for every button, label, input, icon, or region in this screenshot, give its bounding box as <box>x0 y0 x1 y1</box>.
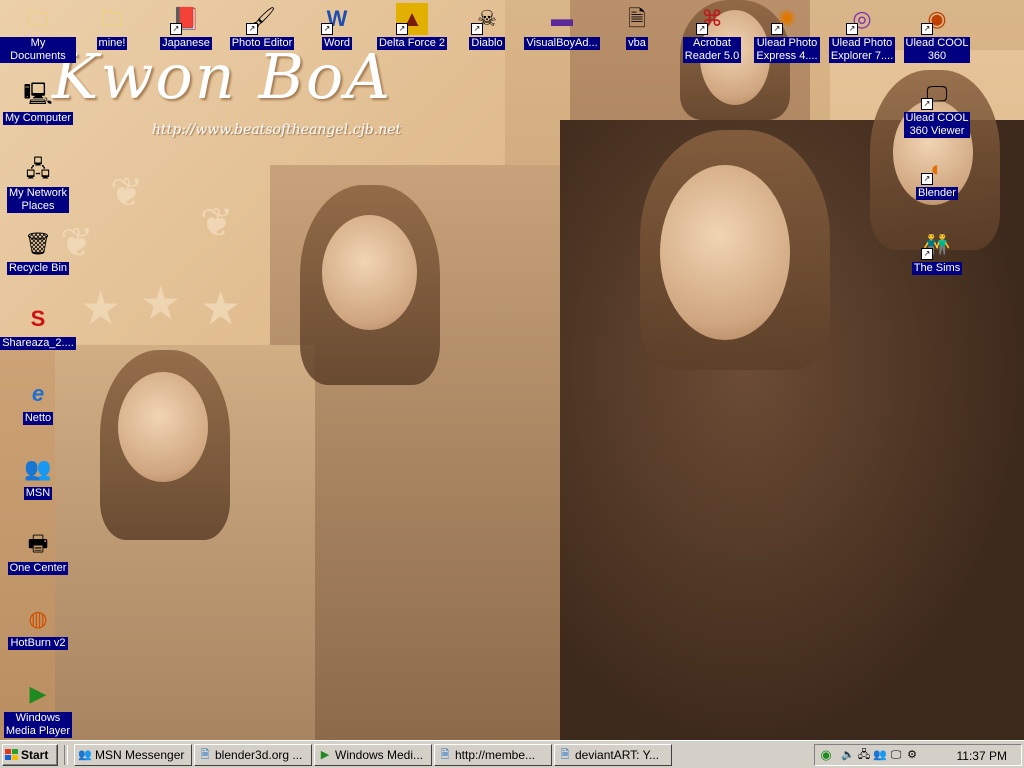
my-computer-icon[interactable]: 🖳 My Computer <box>0 78 76 125</box>
wallpaper-face <box>118 372 208 482</box>
msn-tray-icon[interactable]: 👥 <box>873 748 887 762</box>
wallpaper-face <box>660 165 790 340</box>
ulead-explorer-icon: ◎ ↗ <box>846 3 878 35</box>
ulead-photo-express-shortcut[interactable]: ✺ ↗ Ulead Photo Express 4.... <box>749 3 825 63</box>
windows-media-player-shortcut[interactable]: ▶ Windows Media Player <box>0 678 76 738</box>
one-center-shortcut[interactable]: 🖶 One Center <box>0 528 76 575</box>
viewer-icon: 🖵 ↗ <box>921 78 953 110</box>
shareaza-icon[interactable]: S Shareaza_2.... <box>0 303 76 350</box>
msn-messenger-icon: 👥 <box>24 456 52 481</box>
trash-icon: 🗑 <box>24 231 52 256</box>
wallpaper-star: ★ <box>140 277 182 329</box>
wallpaper-title: Kwon BoA <box>52 40 393 113</box>
ulead-cool-360-shortcut[interactable]: ◉ ↗ Ulead COOL 360 <box>899 3 975 63</box>
wallpaper-star: ★ <box>80 282 122 334</box>
task-windows-media[interactable]: ▶ Windows Medi... <box>314 744 432 766</box>
ulead-photo-explorer-shortcut[interactable]: ◎ ↗ Ulead Photo Explorer 7.... <box>824 3 900 63</box>
task-label: MSN Messenger <box>95 748 185 762</box>
taskbar: Start 👥 MSN Messenger 🗎 blender3d.org ..… <box>0 740 1024 768</box>
mine-folder-icon[interactable]: 🗀 mine! <box>74 3 150 50</box>
book-icon: 📕 ↗ <box>170 3 202 35</box>
system-tray: 🔈 🖧 👥 🖵 ⚙ 11:37 PM <box>814 744 1022 766</box>
delta-force-icon: ▲ ↗ <box>396 3 428 35</box>
windows-logo-icon <box>5 749 18 760</box>
internet-explorer-icon: e <box>31 381 45 406</box>
printer-icon: 🖶 <box>27 531 49 556</box>
wallpaper-face <box>322 215 417 330</box>
start-button[interactable]: Start <box>2 744 58 766</box>
cd-burn-icon: ◍ <box>28 606 48 631</box>
media-player-icon: ▶ <box>29 681 47 706</box>
photo-editor-icon: 🖌 ↗ <box>246 3 278 35</box>
skull-icon: ☠ ↗ <box>471 3 503 35</box>
folder-documents-icon: 🗀 <box>26 6 49 31</box>
clock[interactable]: 11:37 PM <box>957 749 1007 763</box>
the-sims-shortcut[interactable]: 👬 ↗ The Sims <box>899 228 975 275</box>
computer-icon: 🖳 <box>23 81 53 106</box>
diablo-shortcut[interactable]: ☠ ↗ Diablo <box>449 3 525 50</box>
wallpaper-url: http://www.beatsoftheangel.cjb.net <box>152 122 402 138</box>
netto-shortcut[interactable]: e Netto <box>0 378 76 425</box>
task-label: http://membe... <box>455 748 536 762</box>
start-label: Start <box>21 748 49 762</box>
visualboy-shortcut[interactable]: ▬ VisualBoyAd... <box>524 3 600 50</box>
security-tray-icon[interactable]: ⚙ <box>905 748 919 762</box>
recycle-bin-icon[interactable]: 🗑 Recycle Bin <box>0 228 76 275</box>
ulead-cool-360-viewer-shortcut[interactable]: 🖵 ↗ Ulead COOL 360 Viewer <box>899 78 975 138</box>
volume-icon[interactable]: 🔈 <box>841 748 855 762</box>
wallpaper-butterfly: ❦ <box>200 201 234 245</box>
folder-icon: 🗀 <box>100 6 123 31</box>
wallpaper-star: ★ <box>200 282 242 334</box>
word-icon: W ↗ <box>321 3 353 35</box>
japanese-shortcut[interactable]: 📕 ↗ Japanese <box>148 3 224 50</box>
network-icon: 🖧 <box>25 156 51 181</box>
taskbar-divider <box>64 745 68 765</box>
ulead-express-icon: ✺ ↗ <box>771 3 803 35</box>
gameboy-icon: ▬ <box>551 6 573 31</box>
delta-force-shortcut[interactable]: ▲ ↗ Delta Force 2 <box>374 3 450 50</box>
text-file-icon: 🗎 <box>628 6 646 31</box>
msn-shortcut[interactable]: 👥 MSN <box>0 453 76 500</box>
sims-icon: 👬 ↗ <box>921 228 953 260</box>
task-deviantart[interactable]: 🗎 deviantART: Y... <box>554 744 672 766</box>
task-msn-messenger[interactable]: 👥 MSN Messenger <box>74 744 192 766</box>
task-label: deviantART: Y... <box>575 748 660 762</box>
browser-page-icon: 🗎 <box>560 749 570 761</box>
blender-icon: ◐ ↗ <box>921 153 953 185</box>
browser-page-icon: 🗎 <box>440 749 450 761</box>
word-shortcut[interactable]: W ↗ Word <box>299 3 375 50</box>
task-label: blender3d.org ... <box>215 748 303 762</box>
display-tray-icon[interactable]: 🖵 <box>889 748 903 762</box>
wallpaper-butterfly: ❦ <box>110 171 144 215</box>
vba-file-icon[interactable]: 🗎 vba <box>599 3 675 50</box>
task-blender3d[interactable]: 🗎 blender3d.org ... <box>194 744 312 766</box>
msn-messenger-icon: 👥 <box>78 749 92 761</box>
blender-shortcut[interactable]: ◐ ↗ Blender <box>899 153 975 200</box>
hotburn-shortcut[interactable]: ◍ HotBurn v2 <box>0 603 76 650</box>
browser-page-icon: 🗎 <box>200 749 210 761</box>
task-http-member[interactable]: 🗎 http://membe... <box>434 744 552 766</box>
network-tray-icon[interactable]: 🖧 <box>857 748 871 762</box>
my-documents-icon[interactable]: 🗀 My Documents <box>0 3 76 63</box>
acrobat-shortcut[interactable]: ⌘ ↗ Acrobat Reader 5.0 <box>674 3 750 63</box>
my-network-places-icon[interactable]: 🖧 My Network Places <box>0 153 76 213</box>
desktop[interactable]: ★ ★ ★ ❦ ❦ ❦ Kwon BoA http://www.beatsoft… <box>0 0 1024 740</box>
shareaza-installer-icon: S <box>30 306 46 331</box>
photo-editor-shortcut[interactable]: 🖌 ↗ Photo Editor <box>224 3 300 50</box>
task-label: Windows Medi... <box>335 748 424 762</box>
media-player-icon: ▶ <box>320 749 330 761</box>
ulead-cool-icon: ◉ ↗ <box>921 3 953 35</box>
acrobat-icon: ⌘ ↗ <box>696 3 728 35</box>
